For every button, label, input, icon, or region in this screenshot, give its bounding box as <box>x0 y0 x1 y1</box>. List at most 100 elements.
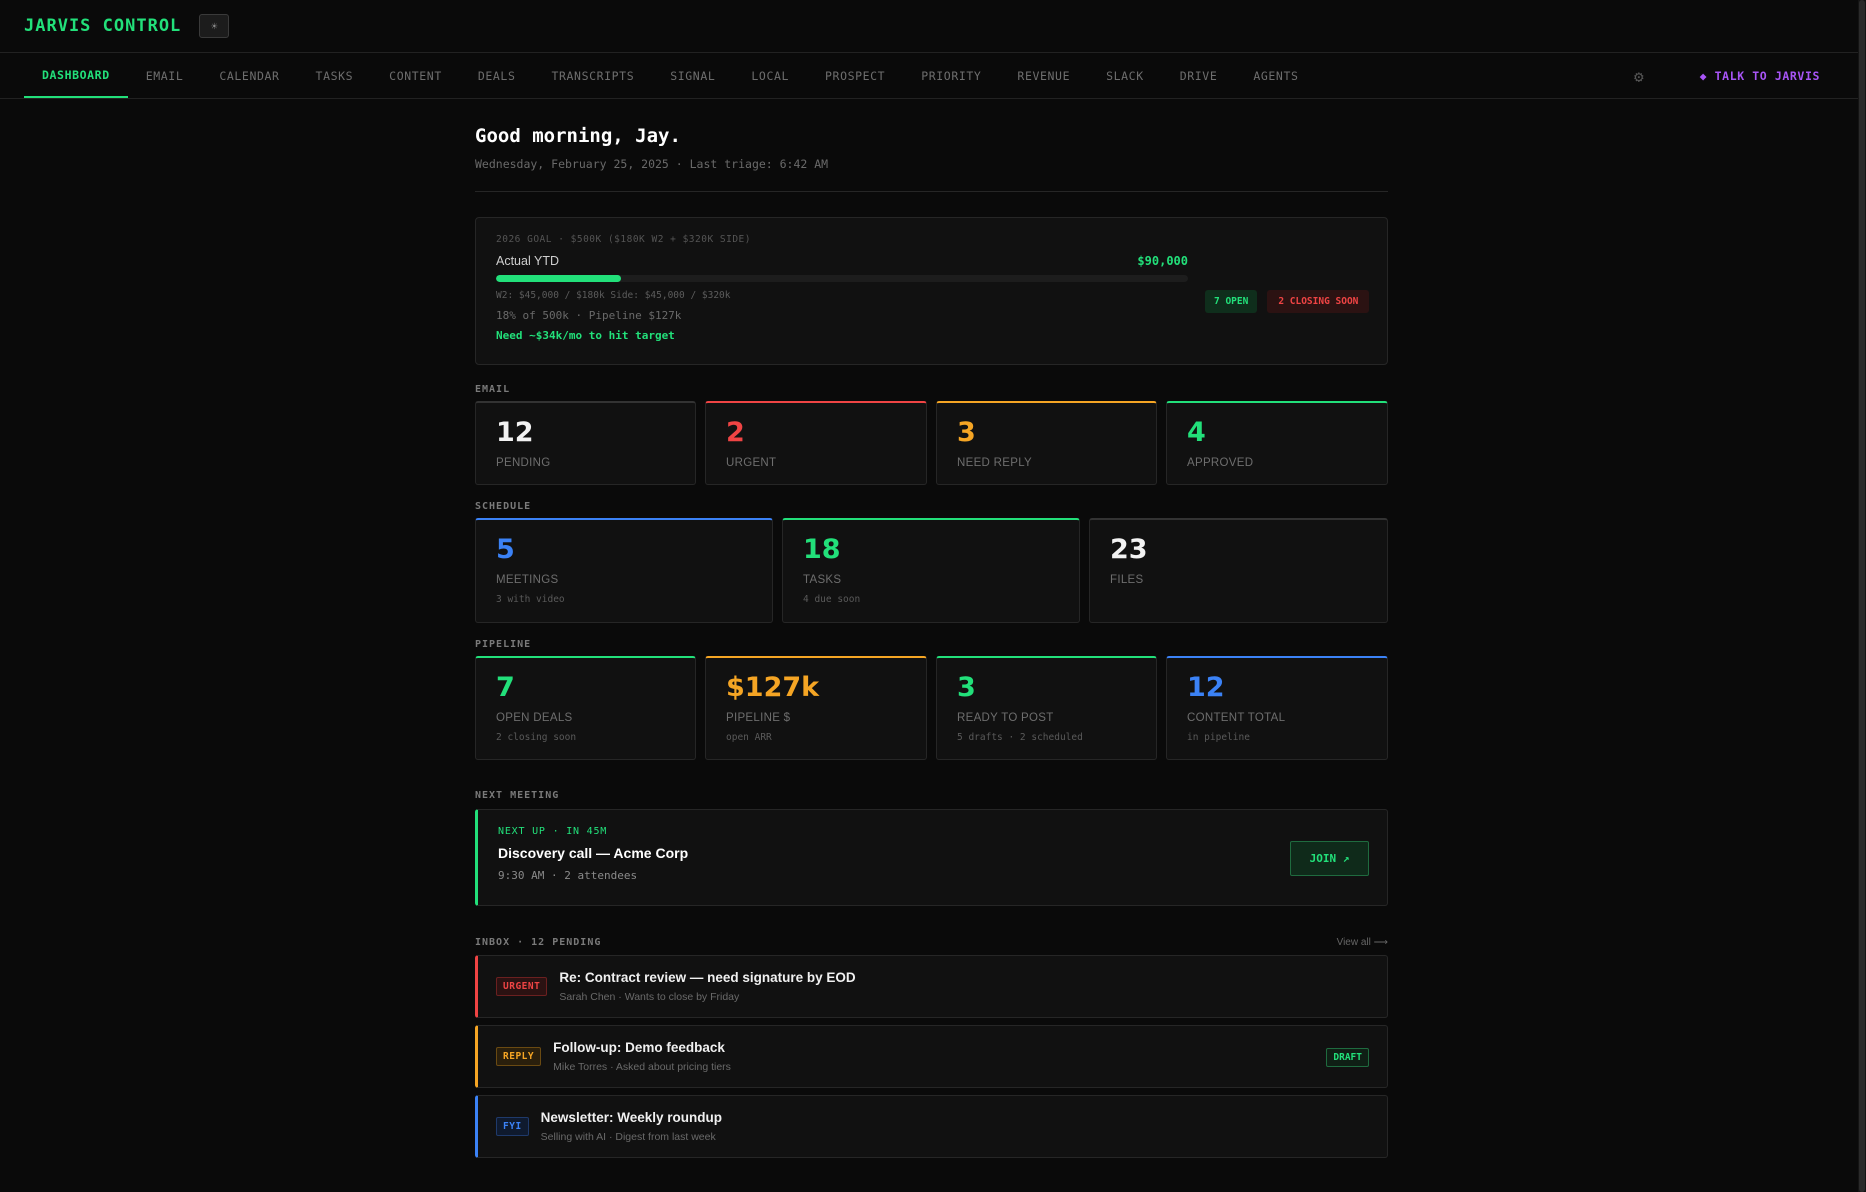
stat-label: READY TO POST <box>957 712 1054 724</box>
tab-prospect[interactable]: PROSPECT <box>807 53 903 98</box>
fyi-tag: FYI <box>496 1117 529 1136</box>
stat-label: PIPELINE $ <box>726 712 791 724</box>
tab-deals[interactable]: DEALS <box>460 53 534 98</box>
tab-dashboard[interactable]: DASHBOARD <box>24 53 128 98</box>
mail-preview: Selling with AI · Digest from last week <box>540 1131 716 1143</box>
mail-subject: Re: Contract review — need signature by … <box>559 970 856 985</box>
tab-transcripts[interactable]: TRANSCRIPTS <box>533 53 652 98</box>
scrollbar[interactable] <box>1858 0 1866 1192</box>
stat-value: 7 <box>496 672 515 703</box>
app-title: JARVIS CONTROL <box>24 16 182 36</box>
stat-label: OPEN DEALS <box>496 712 573 724</box>
meeting-details: 9:30 AM · 2 attendees <box>498 869 638 882</box>
stat-value: 3 <box>957 417 976 448</box>
goal-amount: $90,000 <box>1137 254 1188 268</box>
mail-preview: Mike Torres · Asked about pricing tiers <box>553 1061 731 1073</box>
inbox-item[interactable]: URGENT Re: Contract review — need signat… <box>475 955 1388 1018</box>
ready-to-post-card[interactable]: 3 READY TO POST 5 drafts · 2 scheduled <box>936 656 1157 760</box>
email-need-reply-card[interactable]: 3 NEED REPLY <box>936 401 1157 485</box>
tab-email[interactable]: EMAIL <box>128 53 202 98</box>
pipeline-cards: 7 OPEN DEALS 2 closing soon $127k PIPELI… <box>475 656 1388 760</box>
meetings-card[interactable]: 5 MEETINGS 3 with video <box>475 518 773 623</box>
stat-label: CONTENT TOTAL <box>1187 712 1286 724</box>
mail-preview: Sarah Chen · Wants to close by Friday <box>559 991 740 1003</box>
email-section-label: EMAIL <box>475 384 511 395</box>
files-card[interactable]: 23 FILES <box>1089 518 1388 623</box>
email-pending-card[interactable]: 12 PENDING <box>475 401 696 485</box>
open-deals-badge[interactable]: 7 OPEN <box>1205 290 1258 313</box>
tab-calendar[interactable]: CALENDAR <box>201 53 297 98</box>
closing-soon-badge[interactable]: 2 CLOSING SOON <box>1267 290 1370 313</box>
goal-row: Actual YTD $90,000 <box>496 254 1188 268</box>
content-total-card[interactable]: 12 CONTENT TOTAL in pipeline <box>1166 656 1388 760</box>
stat-sub: open ARR <box>726 732 772 743</box>
tab-signal[interactable]: SIGNAL <box>652 53 733 98</box>
scrollbar-thumb[interactable] <box>1859 0 1865 1192</box>
greeting: Good morning, Jay. <box>475 125 681 147</box>
inbox-label: INBOX · 12 PENDING <box>475 937 602 948</box>
tab-priority[interactable]: PRIORITY <box>903 53 999 98</box>
stat-value: 12 <box>1187 672 1225 703</box>
stat-label: MEETINGS <box>496 574 559 586</box>
reply-tag: REPLY <box>496 1047 542 1066</box>
stat-value: 18 <box>803 534 841 565</box>
stat-sub: 2 closing soon <box>496 732 577 743</box>
sun-icon[interactable]: ☀ <box>199 14 230 38</box>
goal-card: 2026 GOAL · $500K ($180K W2 + $320K SIDE… <box>475 217 1388 365</box>
stat-value: 4 <box>1187 417 1206 448</box>
main-nav: DASHBOARD EMAIL CALENDAR TASKS CONTENT D… <box>0 53 1866 99</box>
stat-value: 23 <box>1110 534 1148 565</box>
stat-label: TASKS <box>803 574 842 586</box>
mail-body: Newsletter: Weekly roundup Selling with … <box>541 1110 722 1143</box>
stat-label: FILES <box>1110 574 1144 586</box>
join-button[interactable]: JOIN ↗ <box>1290 841 1369 876</box>
talk-to-jarvis-button[interactable]: ◆ TALK TO JARVIS <box>1678 69 1842 83</box>
pipeline-value-card[interactable]: $127k PIPELINE $ open ARR <box>705 656 927 760</box>
open-deals-card[interactable]: 7 OPEN DEALS 2 closing soon <box>475 656 696 760</box>
tab-revenue[interactable]: REVENUE <box>999 53 1088 98</box>
stat-label: URGENT <box>726 457 777 469</box>
next-meeting-card: NEXT UP · IN 45M Discovery call — Acme C… <box>475 809 1388 906</box>
divider <box>475 191 1388 192</box>
tab-slack[interactable]: SLACK <box>1088 53 1162 98</box>
goal-caption: 2026 GOAL · $500K ($180K W2 + $320K SIDE… <box>496 234 751 245</box>
tasks-card[interactable]: 18 TASKS 4 due soon <box>782 518 1080 623</box>
nav-actions: ⚙ ◆ TALK TO JARVIS <box>1634 53 1842 99</box>
inbox-item[interactable]: FYI Newsletter: Weekly roundup Selling w… <box>475 1095 1388 1158</box>
mail-subject: Newsletter: Weekly roundup <box>540 1110 722 1125</box>
inbox-header: INBOX · 12 PENDING View all ⟶ <box>475 937 1388 948</box>
stat-label: APPROVED <box>1187 457 1254 469</box>
tab-drive[interactable]: DRIVE <box>1162 53 1236 98</box>
tab-local[interactable]: LOCAL <box>733 53 807 98</box>
stat-value: 2 <box>726 417 745 448</box>
email-urgent-card[interactable]: 2 URGENT <box>705 401 927 485</box>
next-meeting-label: NEXT MEETING <box>475 790 560 801</box>
stat-value: $127k <box>726 672 820 703</box>
tab-content[interactable]: CONTENT <box>371 53 460 98</box>
mail-body: Follow-up: Demo feedback Mike Torres · A… <box>553 1040 731 1073</box>
stat-sub: in pipeline <box>1187 732 1250 743</box>
schedule-section-label: SCHEDULE <box>475 501 532 512</box>
stat-value: 12 <box>496 417 534 448</box>
mail-subject: Follow-up: Demo feedback <box>553 1040 725 1055</box>
mail-body: Re: Contract review — need signature by … <box>559 970 855 1003</box>
stat-sub: 5 drafts · 2 scheduled <box>957 732 1083 743</box>
schedule-cards: 5 MEETINGS 3 with video 18 TASKS 4 due s… <box>475 518 1388 623</box>
stat-value: 3 <box>957 672 976 703</box>
pipeline-section-label: PIPELINE <box>475 639 532 650</box>
stat-value: 5 <box>496 534 515 565</box>
gear-icon[interactable]: ⚙ <box>1634 67 1644 86</box>
view-all-link[interactable]: View all ⟶ <box>1337 937 1388 948</box>
meeting-title: Discovery call — Acme Corp <box>498 845 689 861</box>
inbox-item[interactable]: REPLY Follow-up: Demo feedback Mike Torr… <box>475 1025 1388 1088</box>
urgent-tag: URGENT <box>496 977 548 996</box>
stat-label: NEED REPLY <box>957 457 1033 469</box>
goal-badges: 7 OPEN 2 CLOSING SOON <box>1205 290 1370 313</box>
goal-need: Need ~$34k/mo to hit target <box>496 329 675 342</box>
draft-button[interactable]: DRAFT <box>1326 1048 1369 1067</box>
tab-agents[interactable]: AGENTS <box>1235 53 1316 98</box>
tab-tasks[interactable]: TASKS <box>298 53 372 98</box>
stat-sub: 4 due soon <box>803 594 861 605</box>
dashboard-main: Good morning, Jay. Wednesday, February 2… <box>475 100 1388 1158</box>
email-approved-card[interactable]: 4 APPROVED <box>1166 401 1388 485</box>
